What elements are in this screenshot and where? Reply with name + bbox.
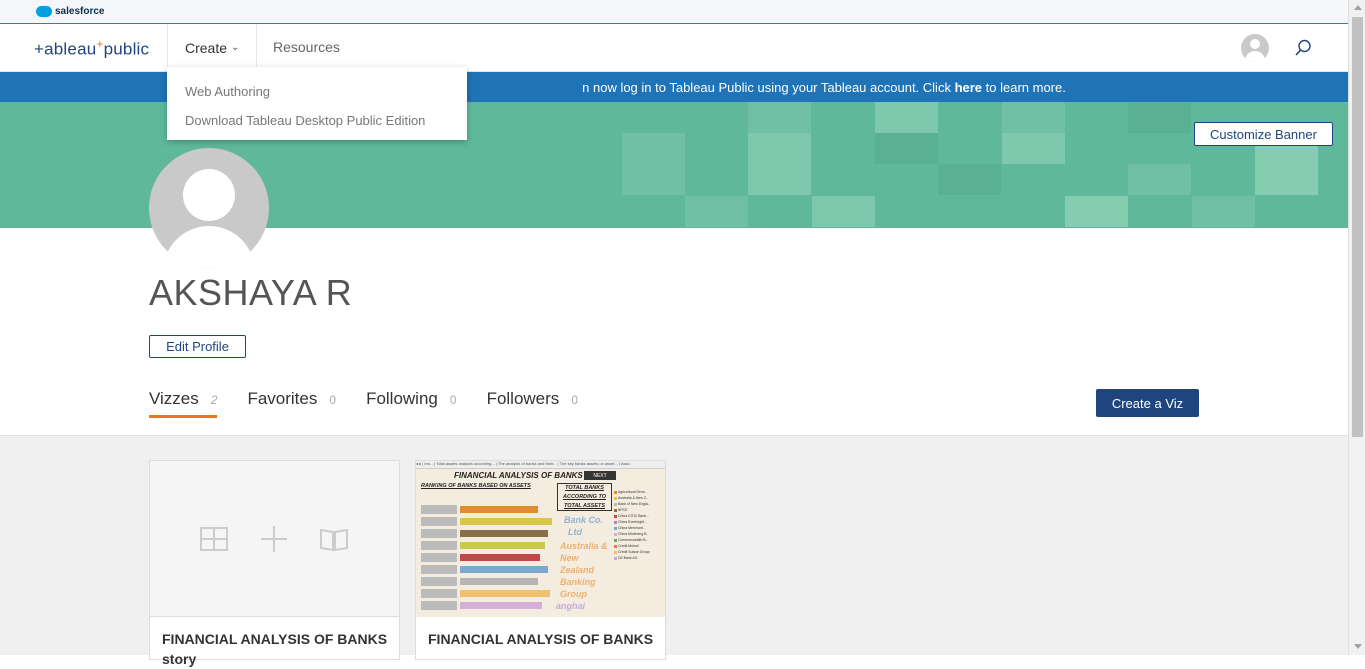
viz-card[interactable]: ◂ ▸ | Ins... | Total assets analysis acc… <box>415 460 666 660</box>
salesforce-cloud-icon <box>36 6 52 17</box>
story-book-icon <box>320 528 348 552</box>
create-viz-button[interactable]: Create a Viz <box>1096 389 1199 417</box>
viz-card-title-text: FINANCIAL ANALYSIS OF BANKS <box>162 631 388 647</box>
thumb-story-tabs: ◂ ▸ | Ins... | Total assets analysis acc… <box>416 461 665 469</box>
tab-count: 0 <box>571 393 578 407</box>
salesforce-logo[interactable]: salesforce <box>36 6 104 17</box>
search-icon[interactable] <box>1294 39 1312 57</box>
profile-avatar-head <box>183 169 235 221</box>
salesforce-bar: salesforce <box>0 0 1348 24</box>
menu-item-web-authoring[interactable]: Web Authoring <box>167 77 467 106</box>
profile-tabs: Vizzes 2 Favorites 0 Following 0 Followe… <box>149 389 608 418</box>
thumb-next: NEXT <box>584 471 616 480</box>
scroll-up-arrow-icon[interactable] <box>1354 5 1362 10</box>
tab-label: Followers <box>486 389 560 408</box>
logo-plus: + <box>96 37 104 51</box>
placeholder-icons <box>198 523 350 555</box>
thumb-total-box: TOTAL BANKS ACCORDING TO TOTAL ASSETS <box>557 483 612 511</box>
scrollbar-thumb[interactable] <box>1352 17 1363 437</box>
page-scrollbar[interactable] <box>1348 0 1365 655</box>
logo-suffix: public <box>103 39 150 59</box>
thumb-legend: Agricultural Deve.. Australia & New Z.. … <box>614 489 662 561</box>
thumb-overlay-word: Bank Co. <box>564 515 604 525</box>
viz-gallery: FINANCIAL ANALYSIS OF BANKS story ◂ ▸ | … <box>0 435 1348 667</box>
thumb-title: FINANCIAL ANALYSIS OF BANKS <box>454 471 583 480</box>
viz-thumbnail-placeholder <box>150 461 399 617</box>
tab-favorites[interactable]: Favorites 0 <box>247 389 336 415</box>
menu-item-download-desktop[interactable]: Download Tableau Desktop Public Edition <box>167 106 467 135</box>
viz-card-title-line2: story <box>162 651 197 667</box>
thumb-overlay-word: Zealand <box>560 565 595 575</box>
thumb-overlay-word: Australia & <box>560 541 608 551</box>
avatar-body <box>1245 51 1265 62</box>
tab-label: Vizzes <box>149 389 199 408</box>
tab-following[interactable]: Following 0 <box>366 389 457 415</box>
thumb-overlay-word: Banking <box>560 577 596 587</box>
tab-followers[interactable]: Followers 0 <box>487 389 578 415</box>
profile-avatar[interactable] <box>149 148 269 268</box>
logo-text: +ableau <box>34 39 97 59</box>
tab-count: 0 <box>329 393 337 407</box>
tableau-public-logo[interactable]: +ableau+public <box>34 37 149 60</box>
tab-label: Favorites <box>247 389 318 408</box>
info-text: n now log in to Tableau Public using you… <box>582 79 955 95</box>
profile-avatar-body <box>163 226 255 268</box>
salesforce-brand-text: salesforce <box>55 6 105 17</box>
avatar-head <box>1250 39 1260 49</box>
create-dropdown-menu: Web Authoring Download Tableau Desktop P… <box>167 67 467 140</box>
info-text-end: to learn more. <box>982 79 1066 95</box>
create-menu-label: Create <box>185 39 228 56</box>
thumb-subtitle: RANKING OF BANKS BASED ON ASSETS <box>421 483 531 489</box>
dashboard-grid-icon <box>200 527 228 551</box>
viz-card-title[interactable]: FINANCIAL ANALYSIS OF BANKS story <box>162 629 387 669</box>
thumb-overlay-word: anghai <box>556 601 586 611</box>
top-navigation: +ableau+public Create ⌄ Resources <box>0 24 1348 72</box>
user-avatar-button[interactable] <box>1241 34 1269 62</box>
edit-profile-button[interactable]: Edit Profile <box>149 335 246 358</box>
plus-icon <box>261 526 287 552</box>
info-here-link[interactable]: here <box>955 80 982 95</box>
tab-count: 2 <box>210 393 218 407</box>
tab-vizzes[interactable]: Vizzes 2 <box>149 389 218 418</box>
viz-card-title[interactable]: FINANCIAL ANALYSIS OF BANKS <box>428 629 653 649</box>
thumb-overlay-word: Group <box>560 589 587 599</box>
tab-count: 0 <box>449 393 457 407</box>
tab-label: Following <box>366 389 438 408</box>
create-menu-button[interactable]: Create ⌄ <box>167 24 257 71</box>
scroll-down-arrow-icon[interactable] <box>1354 644 1362 649</box>
profile-name: AKSHAYA R <box>149 272 353 313</box>
chevron-down-icon: ⌄ <box>231 42 240 53</box>
thumb-overlay-word: Ltd <box>568 527 582 537</box>
thumb-overlay-word: New <box>560 553 579 563</box>
resources-menu-link[interactable]: Resources <box>273 39 340 55</box>
viz-thumbnail: ◂ ▸ | Ins... | Total assets analysis acc… <box>416 461 665 617</box>
viz-card[interactable]: FINANCIAL ANALYSIS OF BANKS story <box>149 460 400 667</box>
customize-banner-button[interactable]: Customize Banner <box>1194 122 1333 146</box>
viz-thumbnail-image: ◂ ▸ | Ins... | Total assets analysis acc… <box>416 461 665 617</box>
